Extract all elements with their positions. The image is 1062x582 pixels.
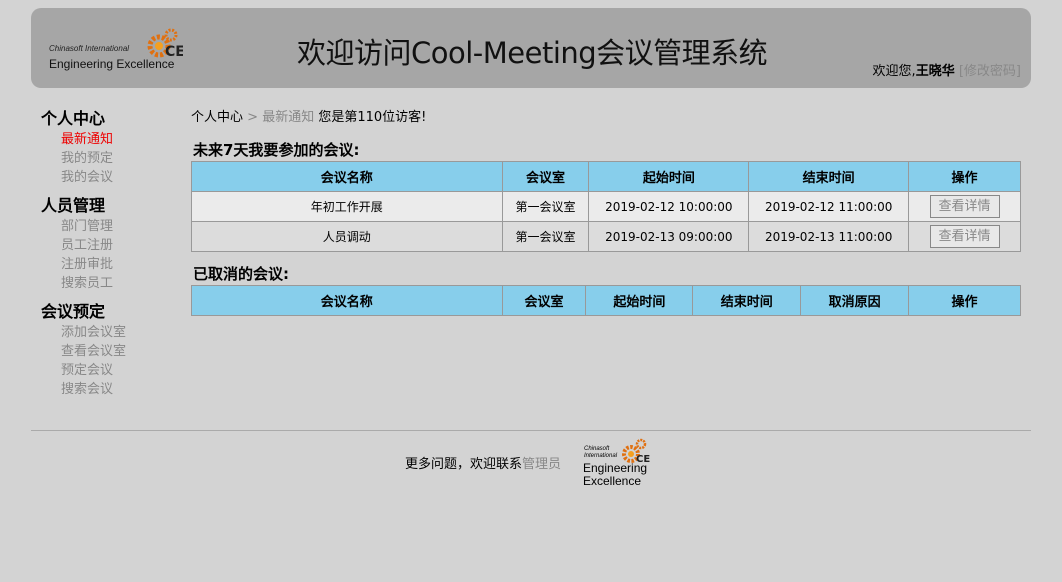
end-time-cell: 2019-02-12 11:00:00 [748,191,910,222]
nav-group-title: 个人中心 [41,109,106,128]
column-header: 操作 [908,161,1021,192]
start-time-cell: 2019-02-12 10:00:00 [588,191,750,222]
column-header: 取消原因 [800,285,910,316]
column-header: 操作 [908,285,1021,316]
column-header: 结束时间 [692,285,802,316]
column-header: 起始时间 [585,285,694,316]
sidebar-item-view-rooms[interactable]: 查看会议室 [41,342,171,361]
user-info: 欢迎您,王晓华 [修改密码] [873,60,1021,79]
action-cell: 查看详情 [908,221,1021,252]
nav-group-title: 人员管理 [41,196,106,215]
username: 王晓华 [915,64,955,79]
footer-message: 更多问题，欢迎联系 [405,457,523,472]
upcoming-section-title: 未来7天我要参加的会议: [193,141,360,159]
end-time-cell: 2019-02-13 11:00:00 [748,221,910,252]
sidebar-item-add-room[interactable]: 添加会议室 [41,323,171,342]
footer-logo: Chinasoft International Engineering Exce… [582,438,654,488]
visitor-count: 您是第110位访客! [318,110,427,125]
table-row: 人员调动 第一会议室 2019-02-13 09:00:00 2019-02-1… [191,221,1021,252]
svg-text:CE: CE [165,44,183,60]
breadcrumb-separator: > [247,110,259,125]
nav-group-personal: 个人中心 最新通知 我的预定 我的会议 [41,108,171,187]
header-banner: Chinasoft International Engineering Exce… [31,8,1031,88]
sidebar-item-search-staff[interactable]: 搜索员工 [41,274,171,293]
breadcrumb-root[interactable]: 个人中心 [191,110,243,125]
footer-divider [31,430,1031,431]
gear-logo-icon: CE [622,438,650,465]
upcoming-meetings-table: 会议名称 会议室 起始时间 结束时间 操作 年初工作开展 第一会议室 2019-… [191,161,1021,252]
sidebar-item-my-meetings[interactable]: 我的会议 [41,168,171,187]
cancelled-section-title: 已取消的会议: [193,265,289,283]
nav-group-staff: 人员管理 部门管理 员工注册 注册审批 搜索员工 [41,195,171,293]
meeting-name-cell: 年初工作开展 [191,191,503,222]
footer-text: 更多问题，欢迎联系管理员 [405,453,561,472]
company-logo: Chinasoft International Engineering Exce… [45,24,195,74]
welcome-text: 欢迎您, [872,64,916,79]
cancelled-meetings-table: 会议名称 会议室 起始时间 结束时间 取消原因 操作 [191,285,1021,316]
action-cell: 查看详情 [908,191,1021,222]
sidebar-item-register-staff[interactable]: 员工注册 [41,236,171,255]
meeting-room-cell: 第一会议室 [501,191,590,222]
logo-small-text: Chinasoft International [49,44,130,53]
page-title: 欢迎访问Cool-Meeting会议管理系统 [297,36,768,70]
meeting-name-cell: 人员调动 [191,221,503,252]
main-content: 个人中心 > 最新通知 您是第110位访客! 未来7天我要参加的会议: 会议名称… [191,108,1021,316]
footer-logo-small-text: Chinasoft International [584,446,618,459]
table-row: 年初工作开展 第一会议室 2019-02-12 10:00:00 2019-02… [191,191,1021,222]
table-header-row: 会议名称 会议室 起始时间 结束时间 取消原因 操作 [191,285,1021,316]
column-header: 会议名称 [191,161,503,192]
meeting-room-cell: 第一会议室 [501,221,590,252]
sidebar-item-book-meeting[interactable]: 预定会议 [41,361,171,380]
breadcrumb: 个人中心 > 最新通知 您是第110位访客! [191,108,1021,128]
sidebar-item-search-meetings[interactable]: 搜索会议 [41,380,171,399]
view-details-button[interactable]: 查看详情 [929,225,1000,248]
sidebar-nav: 个人中心 最新通知 我的预定 我的会议 人员管理 部门管理 员工注册 注册审批 … [41,108,171,407]
svg-text:CE: CE [636,454,650,465]
sidebar-item-latest-notice[interactable]: 最新通知 [41,130,171,149]
column-header: 会议名称 [191,285,503,316]
sidebar-item-approve-registration[interactable]: 注册审批 [41,255,171,274]
contact-admin-link[interactable]: 管理员 [522,457,561,472]
column-header: 会议室 [501,285,587,316]
change-password-link[interactable]: [修改密码] [959,64,1021,79]
gear-logo-icon: CE [147,28,183,60]
table-header-row: 会议名称 会议室 起始时间 结束时间 操作 [191,161,1021,192]
nav-group-title: 会议预定 [41,302,106,321]
sidebar-item-my-reservations[interactable]: 我的预定 [41,149,171,168]
breadcrumb-current: 最新通知 [262,110,315,125]
sidebar-item-departments[interactable]: 部门管理 [41,217,171,236]
nav-group-booking: 会议预定 添加会议室 查看会议室 预定会议 搜索会议 [41,301,171,399]
start-time-cell: 2019-02-13 09:00:00 [588,221,750,252]
column-header: 会议室 [501,161,590,192]
view-details-button[interactable]: 查看详情 [929,195,1000,218]
column-header: 起始时间 [588,161,750,192]
column-header: 结束时间 [748,161,910,192]
